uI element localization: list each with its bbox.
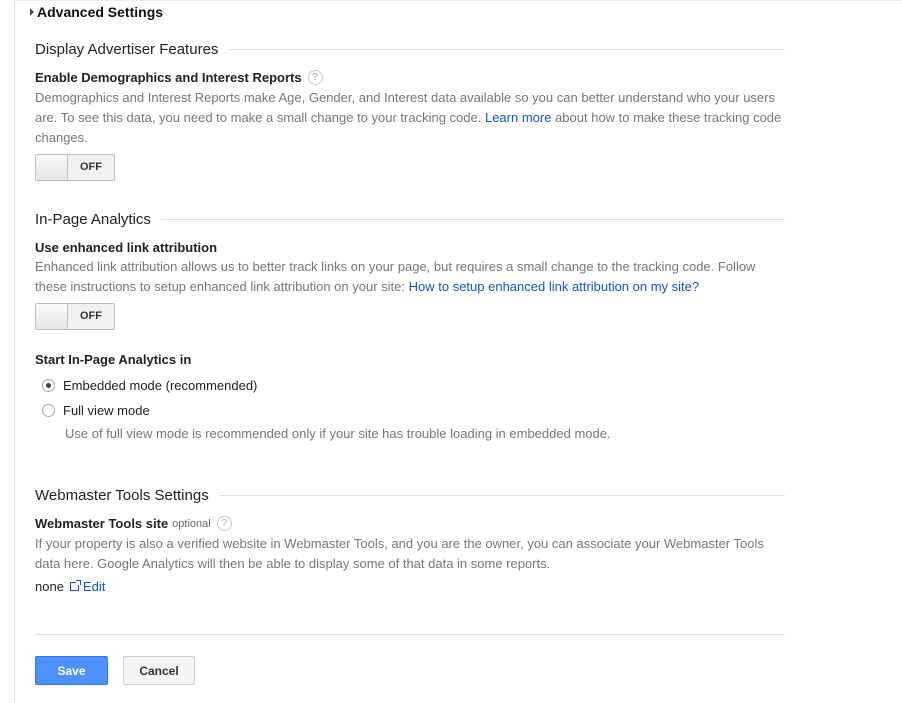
section-title: In-Page Analytics	[35, 211, 151, 228]
help-icon[interactable]: ?	[216, 516, 232, 531]
toggle-knob	[36, 304, 68, 329]
learn-more-link[interactable]: Learn more	[485, 110, 551, 125]
webmaster-site-label: Webmaster Tools site optional ?	[35, 516, 232, 531]
toggle-state: OFF	[80, 310, 102, 322]
footer-divider	[35, 634, 785, 635]
radio-full-view-mode[interactable]: Full view mode	[42, 403, 150, 418]
section-title: Display Advertiser Features	[35, 41, 219, 58]
demographics-label: Enable Demographics and Interest Reports…	[35, 70, 323, 85]
section-in-page-analytics: In-Page Analytics	[35, 211, 785, 228]
advanced-settings-toggle[interactable]: Advanced Settings	[30, 4, 163, 20]
webmaster-description: If your property is also a verified webs…	[35, 536, 764, 571]
expand-triangle-icon	[30, 8, 34, 16]
link-attribution-description: Enhanced link attribution allows us to b…	[35, 259, 756, 294]
demographics-description: Demographics and Interest Reports make A…	[35, 90, 782, 145]
content-top-border	[14, 0, 902, 1]
demographics-toggle[interactable]: OFF	[35, 154, 115, 181]
radio-button[interactable]	[42, 404, 55, 417]
optional-tag: optional	[172, 517, 211, 530]
start-in-page-label: Start In-Page Analytics in	[35, 352, 192, 367]
section-display-advertiser: Display Advertiser Features	[35, 41, 785, 58]
section-divider	[160, 219, 785, 220]
howto-link[interactable]: How to setup enhanced link attribution o…	[409, 279, 700, 294]
full-view-note: Use of full view mode is recommended onl…	[65, 426, 611, 441]
radio-button-selected[interactable]	[42, 379, 55, 392]
external-link-icon	[69, 580, 81, 591]
advanced-settings-label: Advanced Settings	[37, 4, 164, 20]
toggle-knob	[36, 155, 68, 180]
toggle-state: OFF	[80, 161, 102, 173]
section-divider	[218, 495, 785, 496]
section-divider	[228, 49, 785, 50]
help-icon[interactable]: ?	[307, 70, 323, 85]
radio-embedded-mode[interactable]: Embedded mode (recommended)	[42, 378, 257, 393]
webmaster-value-text: none	[35, 579, 64, 594]
webmaster-site-value: none Edit	[35, 579, 105, 594]
content-left-border	[14, 0, 15, 703]
link-attribution-toggle[interactable]: OFF	[35, 303, 115, 330]
link-attribution-label: Use enhanced link attribution	[35, 240, 218, 255]
section-webmaster-tools: Webmaster Tools Settings	[35, 487, 785, 504]
edit-link[interactable]: Edit	[83, 579, 105, 594]
section-title: Webmaster Tools Settings	[35, 487, 209, 504]
save-button[interactable]: Save	[35, 656, 108, 685]
cancel-button[interactable]: Cancel	[123, 656, 195, 685]
